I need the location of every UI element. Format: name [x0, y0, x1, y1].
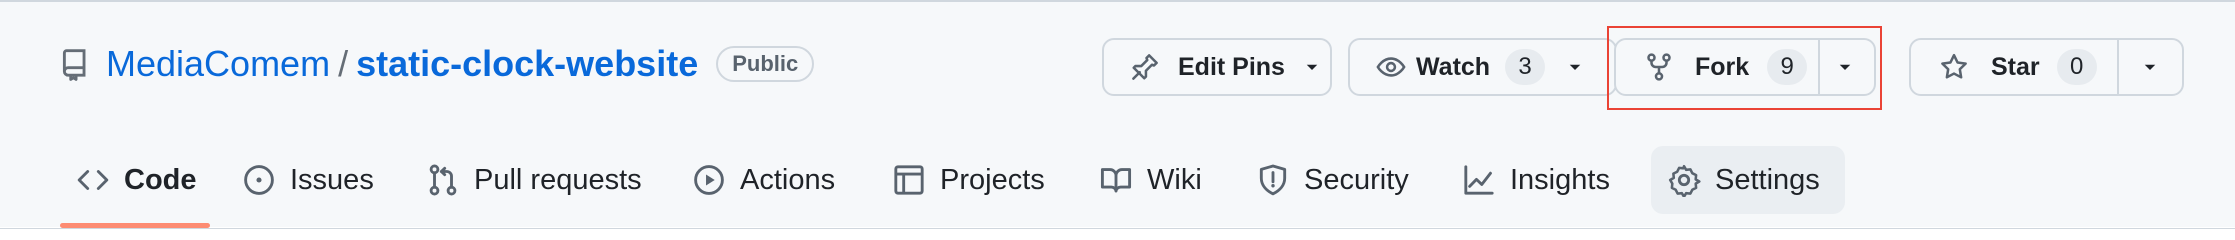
star-icon: [1939, 52, 1969, 82]
gear-icon: [1667, 163, 1701, 197]
tab-security-label: Security: [1304, 163, 1409, 196]
github-repo-header: MediaComem / static-clock-website Public…: [0, 0, 2235, 229]
repo-navigation-tabs: Code Issues Pull requests Actions Projec…: [0, 146, 2235, 229]
tab-pull-requests[interactable]: Pull requests: [410, 146, 658, 214]
edit-pins-label: Edit Pins: [1178, 52, 1285, 81]
tab-wiki-label: Wiki: [1147, 163, 1202, 196]
eye-icon: [1376, 52, 1406, 82]
table-icon: [892, 163, 926, 197]
git-pull-request-icon: [426, 163, 460, 197]
star-button-group[interactable]: Star 0: [1909, 38, 2184, 96]
tab-insights-label: Insights: [1510, 163, 1610, 196]
tab-code-label: Code: [124, 163, 197, 196]
chevron-down-icon: [1303, 58, 1321, 76]
tab-issues[interactable]: Issues: [226, 146, 390, 214]
tab-actions[interactable]: Actions: [676, 146, 851, 214]
chevron-down-icon[interactable]: [2141, 58, 2159, 76]
tab-settings-label: Settings: [1715, 163, 1820, 196]
issue-opened-icon: [242, 163, 276, 197]
repo-path-separator: /: [338, 43, 349, 84]
star-count: 0: [2056, 49, 2097, 85]
repo-name-link[interactable]: static-clock-website: [356, 40, 698, 88]
repo-icon: [58, 47, 92, 81]
selected-tab-underline: [60, 223, 210, 228]
visibility-badge: Public: [716, 46, 815, 82]
chevron-down-icon: [1566, 58, 1584, 76]
repo-title: MediaComem / static-clock-website Public: [58, 40, 815, 88]
tab-code[interactable]: Code: [60, 146, 213, 214]
tab-issues-label: Issues: [290, 163, 374, 196]
repo-owner-link[interactable]: MediaComem: [106, 40, 330, 88]
tab-security[interactable]: Security: [1240, 146, 1425, 214]
code-icon: [76, 163, 110, 197]
book-icon: [1099, 163, 1133, 197]
tab-wiki[interactable]: Wiki: [1083, 146, 1218, 214]
pin-icon: [1130, 52, 1160, 82]
graph-icon: [1462, 163, 1496, 197]
fork-highlight-annotation: [1607, 26, 1882, 110]
star-split-divider: [2117, 40, 2119, 94]
watch-label: Watch: [1416, 52, 1491, 81]
tab-projects-label: Projects: [940, 163, 1045, 196]
tab-insights[interactable]: Insights: [1446, 146, 1626, 214]
edit-pins-button[interactable]: Edit Pins: [1102, 38, 1332, 96]
watch-button[interactable]: Watch 3: [1348, 38, 1617, 96]
play-icon: [692, 163, 726, 197]
tab-projects[interactable]: Projects: [876, 146, 1061, 214]
tab-settings[interactable]: Settings: [1651, 146, 1845, 214]
star-label: Star: [1991, 52, 2040, 81]
tab-actions-label: Actions: [740, 163, 836, 196]
tab-pull-requests-label: Pull requests: [474, 163, 642, 196]
shield-icon: [1256, 163, 1290, 197]
watch-count: 3: [1505, 49, 1546, 85]
repo-topbar: MediaComem / static-clock-website Public…: [0, 2, 2235, 122]
